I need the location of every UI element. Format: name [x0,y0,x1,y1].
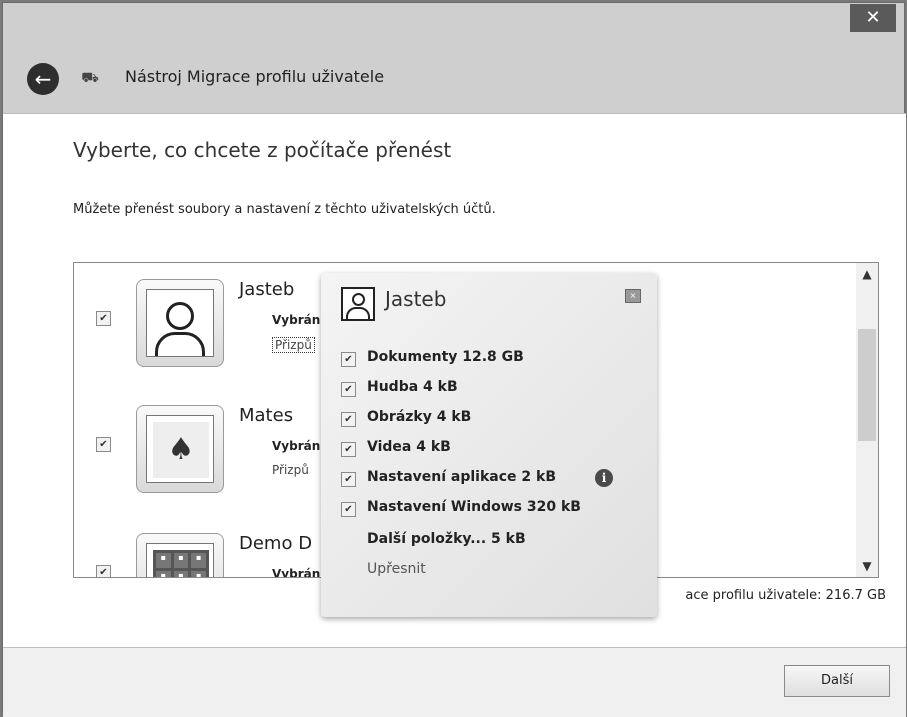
back-arrow-icon[interactable]: ← [27,63,59,95]
item-checkbox[interactable]: ✔ [341,442,356,457]
close-icon[interactable]: × [625,289,641,303]
avatar: ♠ [136,405,224,493]
item-label: Dokumenty 12.8 GB [367,349,524,365]
popup-item-nastaveni-windows[interactable]: ✔ Nastavení Windows 320 kB [341,499,641,521]
app-title: Nástroj Migrace profilu uživatele [125,67,385,86]
info-icon[interactable]: i [595,469,613,487]
item-label: Obrázky 4 kB [367,409,472,425]
scroll-up-icon[interactable]: ▲ [856,263,878,285]
item-checkbox[interactable]: ✔ [341,382,356,397]
item-label: Videa 4 kB [367,439,451,455]
account-customize-link[interactable]: Přizpů [272,463,309,477]
popup-account-name: Jasteb [385,287,447,311]
item-checkbox[interactable]: ✔ [341,412,356,427]
account-selected-text: Vybrán [272,313,321,327]
tiles-avatar-icon: ▪▪▪ ▪▪▪ ▪▪▪ [146,543,214,577]
popup-item-hudba[interactable]: ✔ Hudba 4 kB [341,379,641,401]
item-label: Nastavení Windows 320 kB [367,499,581,515]
account-customize-link[interactable]: Přizpů [272,337,315,353]
user-avatar-icon [341,287,375,321]
scroll-down-icon[interactable]: ▼ [856,555,878,577]
close-button[interactable]: ✕ [850,4,896,32]
item-label: Nastavení aplikace 2 kB [367,469,556,485]
popup-item-obrazky[interactable]: ✔ Obrázky 4 kB [341,409,641,431]
account-selected-text: Vybrán [272,567,321,578]
account-name: Jasteb [239,279,295,300]
page-heading: Vyberte, co chcete z počítače přenést [73,138,452,162]
total-size-text: ace profilu uživatele: 216.7 GB [685,588,886,603]
scroll-thumb[interactable] [858,329,876,441]
item-checkbox[interactable]: ✔ [341,352,356,367]
account-checkbox[interactable]: ✔ [96,565,111,577]
more-items-text: Další položky... 5 kB [367,531,526,547]
list-scrollbar[interactable]: ▲ ▼ [856,263,878,577]
user-avatar-icon [146,289,214,357]
avatar: ▪▪▪ ▪▪▪ ▪▪▪ [136,533,224,577]
popup-item-videa[interactable]: ✔ Videa 4 kB [341,439,641,461]
item-label: Hudba 4 kB [367,379,458,395]
account-name: Mates [239,405,294,426]
refine-link[interactable]: Upřesnit [367,561,426,577]
app-window: ✕ ← ⛟ Nástroj Migrace profilu uživatele … [2,2,906,717]
account-checkbox[interactable]: ✔ [96,311,111,326]
page-description: Můžete přenést soubory a nastavení z těc… [73,202,496,217]
cards-avatar-icon: ♠ [146,415,214,483]
footer: Další [3,647,906,717]
next-button[interactable]: Další [784,665,890,697]
account-details-popup: Jasteb × ✔ Dokumenty 12.8 GB ✔ Hudba 4 k… [321,273,657,617]
avatar [136,279,224,367]
item-checkbox[interactable]: ✔ [341,502,356,517]
account-name: Demo D [239,533,313,554]
account-checkbox[interactable]: ✔ [96,437,111,452]
item-checkbox[interactable]: ✔ [341,472,356,487]
popup-item-dokumenty[interactable]: ✔ Dokumenty 12.8 GB [341,349,641,371]
account-selected-text: Vybrán [272,439,321,453]
migration-icon: ⛟ [81,70,99,86]
title-bar: ← ⛟ Nástroj Migrace profilu uživatele [3,43,904,115]
